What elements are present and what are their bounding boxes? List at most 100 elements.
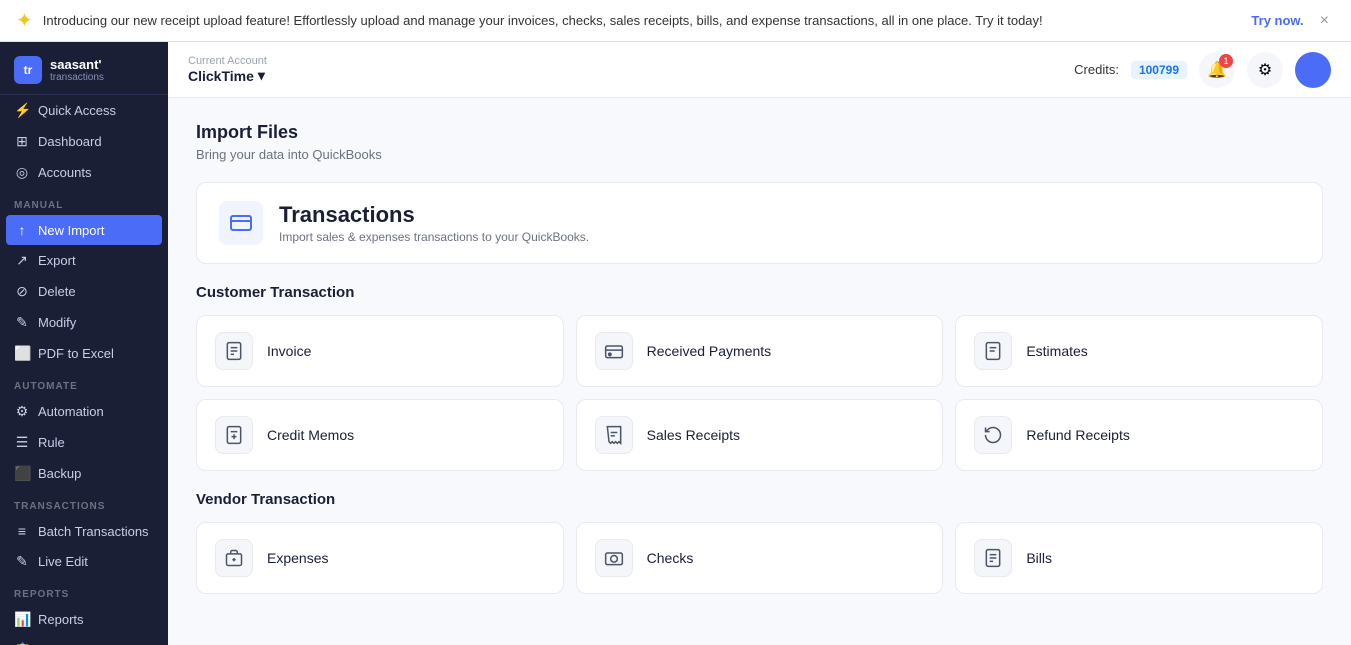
transactions-card[interactable]: Transactions Import sales & expenses tra…	[196, 182, 1323, 264]
sales-receipts-label: Sales Receipts	[647, 427, 740, 443]
banner-star-icon: ✦	[16, 8, 33, 33]
chevron-down-icon: ▾	[258, 67, 265, 84]
manual-section-label: MANUAL	[0, 188, 168, 215]
backup-icon: ⬛	[14, 465, 30, 482]
bills-icon	[974, 539, 1012, 577]
sidebar-item-label: Rule	[38, 435, 65, 450]
customer-section-title: Customer Transaction	[196, 284, 1323, 301]
sidebar-item-dashboard[interactable]: ⊞ Dashboard	[0, 126, 168, 157]
header: Current Account ClickTime ▾ Credits: 100…	[168, 42, 1351, 98]
card-invoice[interactable]: Invoice	[196, 315, 564, 387]
sidebar-item-label: Backup	[38, 466, 81, 481]
sidebar-item-label: Automation	[38, 404, 104, 419]
main-content: Import Files Bring your data into QuickB…	[168, 98, 1351, 645]
sidebar-logo: tr saasant' transactions	[0, 42, 168, 95]
refund-receipts-label: Refund Receipts	[1026, 427, 1130, 443]
invoice-label: Invoice	[267, 343, 311, 359]
card-checks[interactable]: Checks	[576, 522, 944, 594]
sidebar-item-live-edit[interactable]: ✎ Live Edit	[0, 546, 168, 577]
sales-receipts-icon	[595, 416, 633, 454]
account-name-text: ClickTime	[188, 68, 254, 84]
banner-try-now-link[interactable]: Try now.	[1251, 13, 1303, 28]
notifications-button[interactable]: 🔔 1	[1199, 52, 1235, 88]
card-credit-memos[interactable]: Credit Memos	[196, 399, 564, 471]
automation-icon: ⚙	[14, 403, 30, 420]
logo-box: tr	[14, 56, 42, 84]
sidebar-item-label: Accounts	[38, 165, 91, 180]
automate-section-label: AUTOMATE	[0, 369, 168, 396]
credits-label: Credits:	[1074, 62, 1119, 77]
card-sales-receipts[interactable]: Sales Receipts	[576, 399, 944, 471]
sidebar: tr saasant' transactions ⚡ Quick Access …	[0, 42, 168, 645]
current-account-label: Current Account	[188, 55, 267, 67]
estimates-icon	[974, 332, 1012, 370]
transactions-title: Transactions	[279, 202, 589, 228]
customer-cards-grid: Invoice Received Payments	[196, 315, 1323, 471]
top-banner: ✦ Introducing our new receipt upload fea…	[0, 0, 1351, 42]
sidebar-item-new-import[interactable]: ↑ New Import	[6, 215, 162, 245]
header-right: Credits: 100799 🔔 1 ⚙	[1074, 52, 1331, 88]
credit-memos-label: Credit Memos	[267, 427, 354, 443]
sidebar-item-account-summary[interactable]: 📋 Account Summary	[0, 635, 168, 645]
delete-icon: ⊘	[14, 283, 30, 300]
card-refund-receipts[interactable]: Refund Receipts	[955, 399, 1323, 471]
reports-icon: 📊	[14, 611, 30, 628]
sidebar-item-label: Batch Transactions	[38, 524, 149, 539]
checks-label: Checks	[647, 550, 694, 566]
live-edit-icon: ✎	[14, 553, 30, 570]
checks-icon	[595, 539, 633, 577]
sidebar-item-batch-transactions[interactable]: ≡ Batch Transactions	[0, 516, 168, 546]
credit-memos-icon	[215, 416, 253, 454]
sidebar-item-label: Export	[38, 253, 76, 268]
new-import-icon: ↑	[14, 222, 30, 238]
settings-button[interactable]: ⚙	[1247, 52, 1283, 88]
sidebar-item-label: Live Edit	[38, 554, 88, 569]
sidebar-item-backup[interactable]: ⬛ Backup	[0, 458, 168, 489]
user-avatar[interactable]	[1295, 52, 1331, 88]
logo-title: saasant'	[50, 57, 104, 73]
notification-badge: 1	[1219, 54, 1233, 68]
expenses-label: Expenses	[267, 550, 328, 566]
sidebar-item-label: New Import	[38, 223, 104, 238]
received-payments-icon	[595, 332, 633, 370]
vendor-section-title: Vendor Transaction	[196, 491, 1323, 508]
card-expenses[interactable]: Expenses	[196, 522, 564, 594]
rule-icon: ☰	[14, 434, 30, 451]
pdf-excel-icon: ⬜	[14, 345, 30, 362]
sidebar-item-accounts[interactable]: ◎ Accounts	[0, 157, 168, 188]
sidebar-item-modify[interactable]: ✎ Modify	[0, 307, 168, 338]
batch-icon: ≡	[14, 523, 30, 539]
expenses-icon	[215, 539, 253, 577]
accounts-icon: ◎	[14, 164, 30, 181]
sidebar-item-automation[interactable]: ⚙ Automation	[0, 396, 168, 427]
logo-subtitle: transactions	[50, 72, 104, 83]
transactions-section-label: TRANSACTIONS	[0, 489, 168, 516]
sidebar-item-quick-access[interactable]: ⚡ Quick Access	[0, 95, 168, 126]
sidebar-item-label: Dashboard	[38, 134, 102, 149]
sidebar-item-label: Delete	[38, 284, 76, 299]
banner-close-button[interactable]: ×	[1314, 10, 1335, 32]
card-received-payments[interactable]: Received Payments	[576, 315, 944, 387]
bills-label: Bills	[1026, 550, 1052, 566]
card-bills[interactable]: Bills	[955, 522, 1323, 594]
page-subtitle: Bring your data into QuickBooks	[196, 147, 1323, 162]
transactions-desc: Import sales & expenses transactions to …	[279, 230, 589, 244]
transactions-card-icon	[219, 201, 263, 245]
vendor-cards-grid: Expenses Checks	[196, 522, 1323, 594]
card-estimates[interactable]: Estimates	[955, 315, 1323, 387]
page-title: Import Files	[196, 122, 1323, 143]
refund-receipts-icon	[974, 416, 1012, 454]
account-info: Current Account ClickTime ▾	[188, 55, 267, 84]
banner-text: Introducing our new receipt upload featu…	[43, 13, 1242, 28]
sidebar-item-label: Modify	[38, 315, 76, 330]
account-name-selector[interactable]: ClickTime ▾	[188, 67, 267, 84]
estimates-label: Estimates	[1026, 343, 1087, 359]
sidebar-item-rule[interactable]: ☰ Rule	[0, 427, 168, 458]
credits-value: 100799	[1131, 61, 1187, 79]
invoice-icon	[215, 332, 253, 370]
sidebar-item-pdf-to-excel[interactable]: ⬜ PDF to Excel	[0, 338, 168, 369]
sidebar-item-reports[interactable]: 📊 Reports	[0, 604, 168, 635]
sidebar-item-export[interactable]: ↗ Export	[0, 245, 168, 276]
received-payments-label: Received Payments	[647, 343, 772, 359]
sidebar-item-delete[interactable]: ⊘ Delete	[0, 276, 168, 307]
